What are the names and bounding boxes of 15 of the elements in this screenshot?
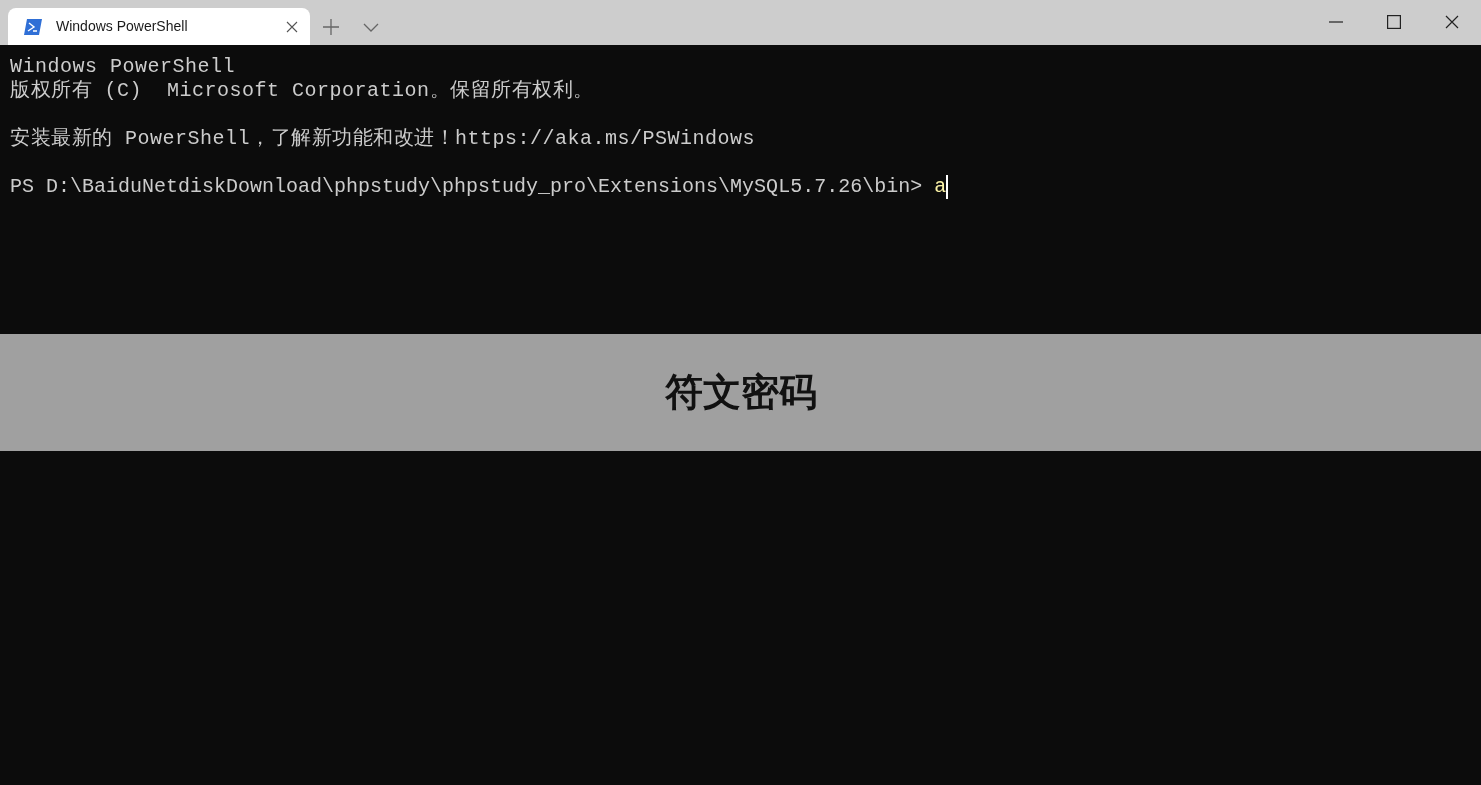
minimize-icon (1329, 21, 1343, 23)
prompt-text: PS D:\BaiduNetdiskDownload\phpstudy\phpstudy_pro\Extensions\MySQL5.7.26\bin> (10, 175, 924, 199)
close-tab-icon[interactable] (286, 20, 298, 33)
command-input[interactable]: a (934, 175, 949, 199)
powershell-icon (24, 18, 42, 35)
chevron-down-icon (363, 22, 379, 32)
terminal-line: Windows PowerShell (10, 55, 236, 79)
tab[interactable]: Windows PowerShell (8, 8, 310, 45)
close-icon (1445, 15, 1459, 29)
terminal-line: 安装最新的 PowerShell，了解新功能和改进！https://aka.ms/PSWindows (10, 127, 756, 151)
terminal-line: 版权所有 (C) Microsoft Corporation。保留所有权利。 (10, 79, 594, 103)
banner-title: 符文密码 (664, 369, 817, 416)
plus-icon (322, 18, 340, 36)
tab-title: Windows PowerShell (56, 17, 189, 36)
maximize-icon (1387, 15, 1401, 29)
